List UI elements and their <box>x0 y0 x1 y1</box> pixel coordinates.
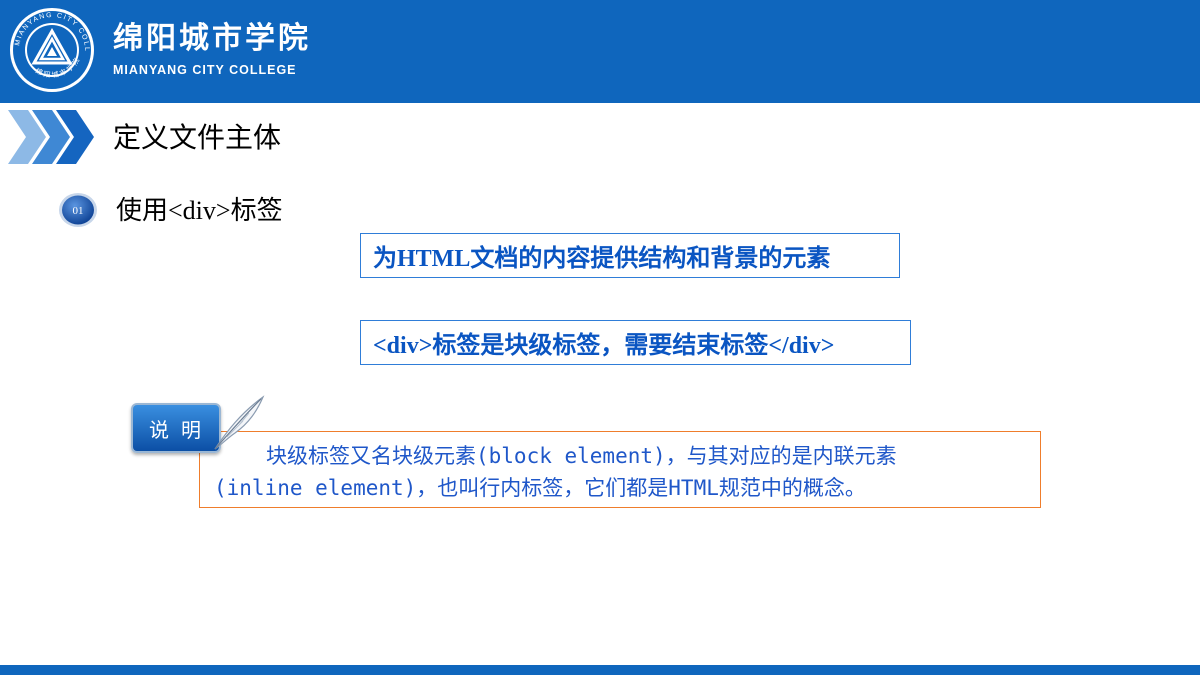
college-logo: MIANYANG CITY COLLEGE 绵阳城市学院 <box>8 6 94 92</box>
subsection-title-suffix: 标签 <box>230 196 283 226</box>
subsection-title: 使用<div>标签 <box>116 195 283 227</box>
header-divider <box>0 100 1200 103</box>
school-name-cn: 绵阳城市学院 <box>113 21 311 56</box>
section-number: 01 <box>73 205 84 217</box>
footer-bar <box>0 665 1200 675</box>
note-line-1: 块级标签又名块级元素(block element)，与其对应的是内联元素 <box>266 444 897 468</box>
block-tag-box: <div>标签是块级标签，需要结束标签</div> <box>360 320 911 365</box>
note-line-2: (inline element)，也叫行内标签，它们都是HTML规范中的概念。 <box>214 476 866 500</box>
quill-icon <box>214 395 265 450</box>
header-bar: MIANYANG CITY COLLEGE 绵阳城市学院 绵阳城市学院 MIAN… <box>0 0 1200 100</box>
school-name-en: MIANYANG CITY COLLEGE <box>113 63 297 77</box>
section-title: 定义文件主体 <box>113 121 282 154</box>
triple-chevron-icon <box>8 110 94 164</box>
section-number-badge: 01 <box>59 193 97 227</box>
subsection-title-tag: <div> <box>168 196 231 225</box>
subsection-title-prefix: 使用 <box>116 196 169 226</box>
note-box: 块级标签又名块级元素(block element)，与其对应的是内联元素 (in… <box>199 431 1041 508</box>
definition-box: 为HTML文档的内容提供结构和背景的元素 <box>360 233 900 278</box>
